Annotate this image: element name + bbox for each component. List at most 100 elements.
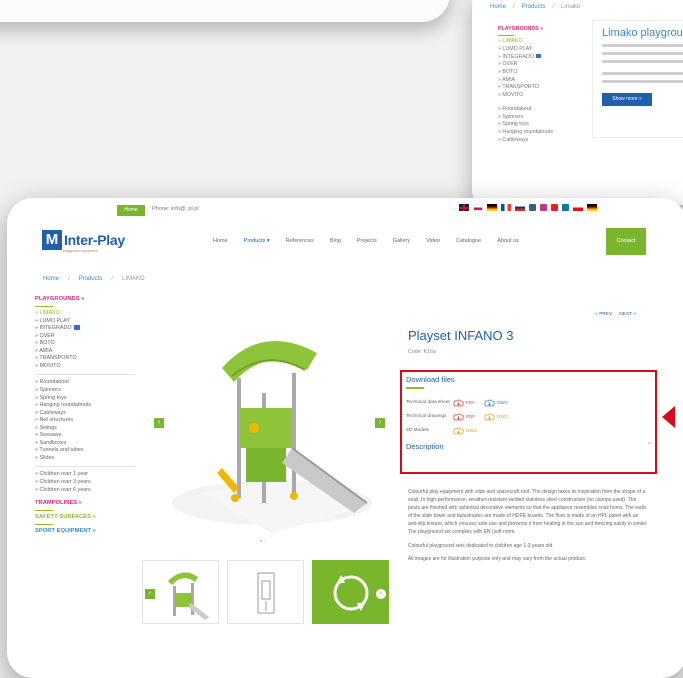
sidebar-item[interactable]: » Spring toys: [498, 121, 573, 129]
download-row-label: Technical drawings: [406, 414, 447, 419]
product-info: « PREV NEXT » Playset INFANO 3 Code: K16…: [400, 298, 657, 678]
sidebar-item[interactable]: » MOVITO: [498, 92, 573, 100]
nav-video[interactable]: Video: [426, 238, 440, 244]
breadcrumb-home[interactable]: Home: [490, 4, 506, 10]
sidebar-header-sport-equipment[interactable]: SPORT EQUIPMENT »: [35, 528, 135, 536]
sidebar-item[interactable]: » OVER: [498, 61, 573, 69]
breadcrumb-products[interactable]: Products: [79, 276, 103, 282]
sidebar-item[interactable]: » AMIA: [498, 77, 573, 85]
sidebar-item[interactable]: » Swings: [35, 425, 135, 433]
nav-gallery[interactable]: Gallery: [393, 238, 410, 244]
gallery-pagination[interactable]: ● ○: [260, 538, 266, 543]
youtube-icon[interactable]: [551, 204, 558, 211]
sidebar-item[interactable]: » BOTO: [35, 340, 135, 348]
download-row: 3D Models DWG: [406, 424, 651, 438]
gallery-next-arrow[interactable]: ›: [375, 418, 385, 428]
sidebar-item[interactable]: » Children over 3 years: [35, 479, 135, 487]
sidebar-item[interactable]: » LUMO PLAY: [498, 46, 573, 54]
sidebar-item[interactable]: » Spinners: [498, 114, 573, 122]
facebook-icon[interactable]: [529, 204, 536, 211]
description-toggle[interactable]: Description ^: [406, 442, 651, 451]
sidebar-item[interactable]: » Spinners: [35, 387, 135, 395]
main-screenshot: Home Phone: info@..pl.pl M Inter-Play pl…: [7, 198, 683, 678]
instagram-icon[interactable]: [540, 204, 547, 211]
pdf-download-link[interactable]: PDF: [453, 413, 475, 421]
flag-uk-icon[interactable]: [459, 204, 469, 211]
sidebar-item[interactable]: » Roundabout: [498, 106, 573, 114]
show-more-button[interactable]: Show more »: [602, 93, 652, 106]
cloud-download-icon: [484, 413, 495, 420]
sidebar-item[interactable]: » LIMAKO: [498, 38, 573, 46]
sidebar-item[interactable]: » AMIA: [35, 348, 135, 356]
integrado-icon: [73, 325, 80, 331]
breadcrumb-home[interactable]: Home: [43, 276, 59, 282]
sidebar-item-limako[interactable]: » LIMAKO: [35, 310, 135, 318]
top-bar: Home Phone: info@..pl.pl: [7, 198, 683, 224]
sidebar-item[interactable]: » Roundabout: [35, 379, 135, 387]
cloud-download-icon: [453, 427, 464, 434]
sidebar-header[interactable]: PLAYGROUNDS »: [498, 26, 573, 34]
chevron-up-icon: ^: [648, 441, 651, 448]
sidebar-item[interactable]: » BOTO: [498, 69, 573, 77]
background-screenshot: Home / Products / Limako PLAYGROUNDS » »…: [472, 0, 683, 205]
flag-ru-icon[interactable]: [515, 204, 525, 211]
sidebar-item[interactable]: » Spring toys: [35, 395, 135, 403]
nav-products[interactable]: Products ▾: [244, 238, 270, 244]
flag-fr-icon[interactable]: [501, 204, 511, 211]
breadcrumb-current: LIMAKO: [122, 276, 145, 282]
home-button[interactable]: Home: [117, 205, 145, 216]
sidebar-item[interactable]: » Seesaws: [35, 432, 135, 440]
sidebar-item[interactable]: » Sandboxes: [35, 440, 135, 448]
dwg-download-link[interactable]: DWG: [484, 413, 508, 421]
next-product-link[interactable]: NEXT »: [619, 312, 636, 317]
flag-cz-icon[interactable]: [573, 204, 583, 211]
site-logo[interactable]: M Inter-Play playground equipment: [42, 230, 125, 253]
flag-de-icon[interactable]: [487, 204, 497, 211]
sidebar-item[interactable]: » Slides: [35, 455, 135, 463]
nav-catalogue[interactable]: Catalogue: [456, 238, 481, 244]
sidebar-item[interactable]: » Hanging roundabouts: [35, 402, 135, 410]
nav-projects[interactable]: Projects: [357, 238, 377, 244]
breadcrumb-separator: /: [552, 4, 555, 10]
sidebar-item[interactable]: » INTEGRADO: [35, 325, 135, 333]
sidebar-item[interactable]: » Net structures: [35, 417, 135, 425]
sidebar-item[interactable]: » MOVITO: [35, 363, 135, 371]
product-title: Playset INFANO 3: [408, 328, 514, 343]
sidebar-item[interactable]: » TRANSPORTO: [498, 84, 573, 92]
sidebar-item[interactable]: » Cableways: [498, 137, 573, 145]
sidebar-header-trampolines[interactable]: TRAMPOLINES »: [35, 500, 135, 508]
nav-blog[interactable]: Blog: [330, 238, 341, 244]
sidebar-item[interactable]: » INTEGRADO: [498, 54, 573, 62]
sidebar-header-safety-surfaces[interactable]: SAFETY SURFACES »: [35, 514, 135, 522]
nav-about[interactable]: About us: [497, 238, 519, 244]
product-pagination: « PREV NEXT »: [595, 312, 636, 317]
flag-pl-icon[interactable]: [473, 204, 483, 211]
thumbnail-next-arrow[interactable]: ›: [376, 589, 386, 599]
flag-de2-icon[interactable]: [587, 204, 597, 211]
sidebar-header-playgrounds[interactable]: PLAYGROUNDS »: [35, 296, 135, 304]
3d-model-download-link[interactable]: DWG: [453, 427, 477, 435]
sidebar-item[interactable]: » LUMO PLAY: [35, 318, 135, 326]
thumbnail-360-view[interactable]: ›: [312, 560, 389, 624]
nav-references[interactable]: References: [286, 238, 314, 244]
sidebar-item[interactable]: » Children over 1 year: [35, 471, 135, 479]
nav-home[interactable]: Home: [213, 238, 228, 244]
thumbnail-prev-arrow[interactable]: ‹: [145, 589, 155, 599]
pdf-download-link[interactable]: PDF: [453, 399, 475, 407]
contact-button[interactable]: Contact: [606, 228, 646, 255]
breadcrumb-products[interactable]: Products: [522, 4, 546, 10]
gallery-prev-arrow[interactable]: ‹: [154, 418, 164, 428]
sidebar-item[interactable]: » Tunnels and tubes: [35, 447, 135, 455]
sidebar-item[interactable]: » OVER: [35, 333, 135, 341]
sidebar-item[interactable]: » Hanging roundabouts: [498, 129, 573, 137]
breadcrumb-separator: /: [68, 276, 70, 282]
prev-product-link[interactable]: « PREV: [595, 312, 612, 317]
thumbnail-drawing[interactable]: [227, 560, 304, 624]
sidebar-item[interactable]: » Cableways: [35, 410, 135, 418]
linkedin-icon[interactable]: [562, 204, 569, 211]
thumbnail-playset[interactable]: ‹: [142, 560, 219, 624]
sidebar-item[interactable]: » TRANSPORTO: [35, 355, 135, 363]
sidebar-item[interactable]: » Children over 6 years: [35, 487, 135, 495]
dwg-download-link[interactable]: DWG: [484, 399, 508, 407]
description-heading: Description: [406, 441, 444, 451]
